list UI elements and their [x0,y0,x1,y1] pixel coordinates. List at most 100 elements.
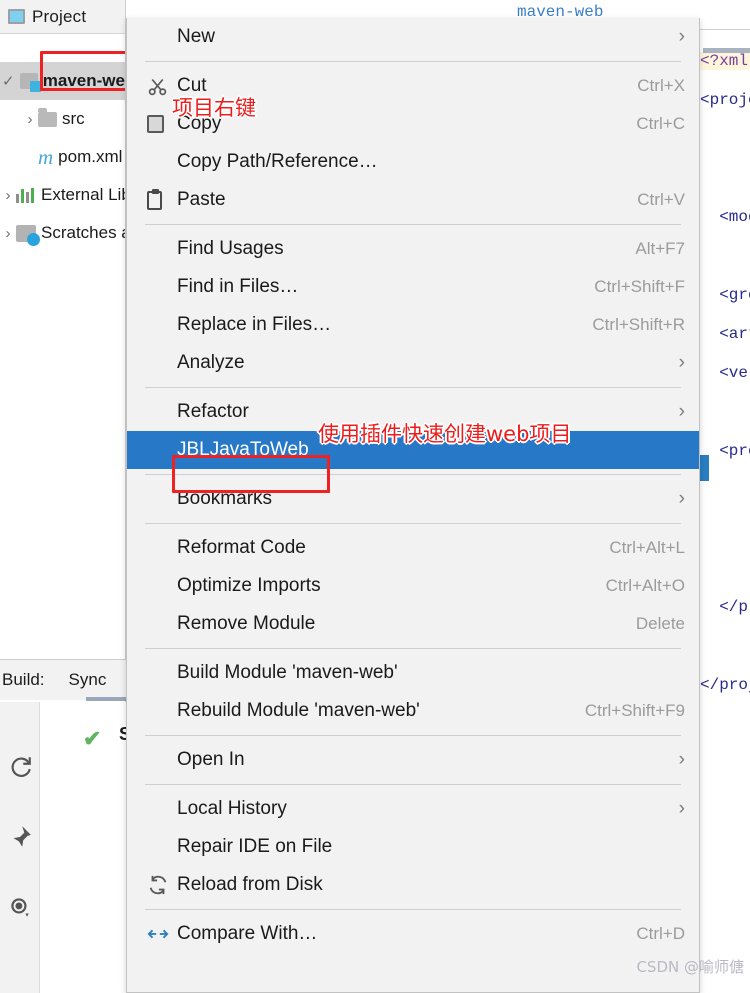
menu-item-new[interactable]: New › [127,18,699,56]
pin-icon[interactable] [7,824,33,850]
menu-item-compare-with[interactable]: Compare With… Ctrl+D [127,915,699,953]
tree-item-src[interactable]: › src [0,100,126,138]
tree-item-external-libraries[interactable]: › External Libraries [0,176,127,214]
code-line: <ma [700,520,750,538]
code-line: <artifa [719,325,750,343]
code-editor[interactable]: <?xml version= <project x x x <modelV <gr… [700,30,750,993]
annotation-right-click-project: 项目右键 [172,96,256,120]
menu-item-open-in[interactable]: Open In › [127,741,699,779]
menu-item-label: Reformat Code [177,537,306,558]
menu-separator [145,523,681,524]
menu-item-build-module-maven-web[interactable]: Build Module 'maven-web' [127,654,699,692]
tree-item-label: maven-web [42,71,126,90]
csdn-watermark: CSDN @喻师傏 [636,958,744,976]
menu-item-shortcut: Ctrl+C [636,114,685,133]
menu-item-shortcut: Alt+F7 [635,239,685,258]
menu-item-shortcut: Ctrl+Shift+F9 [584,701,685,720]
tree-item-maven-web[interactable]: ✓ maven-web [0,62,126,100]
menu-item-label: Build Module 'maven-web' [177,662,398,683]
code-line: <versio [719,364,750,382]
menu-item-remove-module[interactable]: Remove Module Delete [127,605,699,643]
menu-item-shortcut: Ctrl+Shift+F [594,277,685,296]
menu-item-rebuild-module-maven-web[interactable]: Rebuild Module 'maven-web' Ctrl+Shift+F9 [127,692,699,730]
project-window-icon [8,9,25,24]
eye-settings-icon[interactable] [7,894,33,920]
menu-item-shortcut: Ctrl+Alt+L [609,538,685,557]
scratches-icon [16,224,40,246]
submenu-chevron-icon: › [678,401,685,422]
menu-item-reload-from-disk[interactable]: Reload from Disk [127,866,699,904]
tree-item-pom-xml[interactable]: m pom.xml [0,138,126,176]
rerun-icon[interactable] [7,754,33,780]
menu-separator [145,648,681,649]
menu-item-label: Copy Path/Reference… [177,151,378,172]
tree-item-label: Scratches and Consoles [41,223,126,242]
menu-item-label: Find Usages [177,238,284,259]
menu-item-label: Find in Files… [177,276,299,297]
menu-separator [145,735,681,736]
submenu-chevron-icon: › [678,352,685,373]
menu-item-copy-path-reference[interactable]: Copy Path/Reference… [127,143,699,181]
build-tool-window-header: Build: Sync [0,660,126,700]
menu-item-replace-in-files[interactable]: Replace in Files… Ctrl+Shift+R [127,306,699,344]
menu-item-label: Local History [177,798,287,819]
menu-item-shortcut: Ctrl+V [637,190,685,209]
project-panel-title: Project [32,6,87,26]
menu-item-paste[interactable]: Paste Ctrl+V [127,181,699,219]
menu-item-repair-ide-on-file[interactable]: Repair IDE on File [127,828,699,866]
project-tree: ✓ maven-web › src m pom.xml › External L… [0,34,126,659]
context-menu: New › Cut Ctrl+X Copy Ctrl+C Copy Path/Referen… [126,18,700,993]
build-side-toolbar [0,702,40,993]
folder-icon [38,107,57,127]
code-line: <?xml version= [700,52,750,70]
code-line: <project x [700,91,750,109]
chevron-right-icon[interactable]: › [0,225,16,242]
build-tab-sync[interactable]: Sync [69,670,107,690]
project-tool-window-header[interactable]: Project [0,0,126,34]
submenu-chevron-icon: › [678,488,685,509]
code-line: x [700,130,750,148]
tree-item-label: External Libraries [41,185,126,204]
menu-item-label: Reload from Disk [177,874,323,895]
editor-tab-underline [703,48,750,53]
code-line: x [700,169,750,187]
build-success-icon: ✔ [83,726,102,751]
module-icon [19,73,41,92]
menu-separator [145,387,681,388]
menu-item-label: Repair IDE on File [177,836,333,857]
menu-item-local-history[interactable]: Local History › [127,790,699,828]
chevron-right-icon[interactable]: › [0,187,16,204]
code-line: </project> [700,676,750,694]
menu-separator [145,61,681,62]
menu-item-find-in-files[interactable]: Find in Files… Ctrl+Shift+F [127,268,699,306]
menu-separator [145,224,681,225]
menu-separator [145,909,681,910]
tree-item-label: src [62,109,85,128]
menu-item-shortcut: Ctrl+X [637,76,685,95]
tree-item-scratches[interactable]: › Scratches and Consoles [0,214,126,252]
menu-item-label: Analyze [177,352,245,373]
menu-separator [145,784,681,785]
ide-screenshot: Project maven-web ✓ maven-web › src m po… [0,0,750,993]
chevron-right-icon[interactable]: › [22,111,38,128]
editor-gutter-marker [700,455,709,481]
code-line: <ma [700,481,750,499]
menu-item-label: Replace in Files… [177,314,332,335]
submenu-chevron-icon: › [678,26,685,47]
code-line: </prope [719,598,750,616]
menu-item-optimize-imports[interactable]: Optimize Imports Ctrl+Alt+O [127,567,699,605]
paste-icon [147,188,177,210]
submenu-chevron-icon: › [678,749,685,770]
menu-item-find-usages[interactable]: Find Usages Alt+F7 [127,230,699,268]
maven-pom-icon: m [38,145,54,169]
build-output-area: ✔ S [41,702,131,993]
reload-icon [147,874,177,896]
vcs-check-icon: ✓ [2,73,15,90]
menu-item-label: Paste [177,189,226,210]
menu-item-reformat-code[interactable]: Reformat Code Ctrl+Alt+L [127,529,699,567]
menu-item-label: Open In [177,749,245,770]
menu-item-label: Remove Module [177,613,316,634]
menu-item-shortcut: Delete [635,614,685,633]
menu-item-bookmarks[interactable]: Bookmarks › [127,480,699,518]
menu-item-analyze[interactable]: Analyze › [127,344,699,382]
